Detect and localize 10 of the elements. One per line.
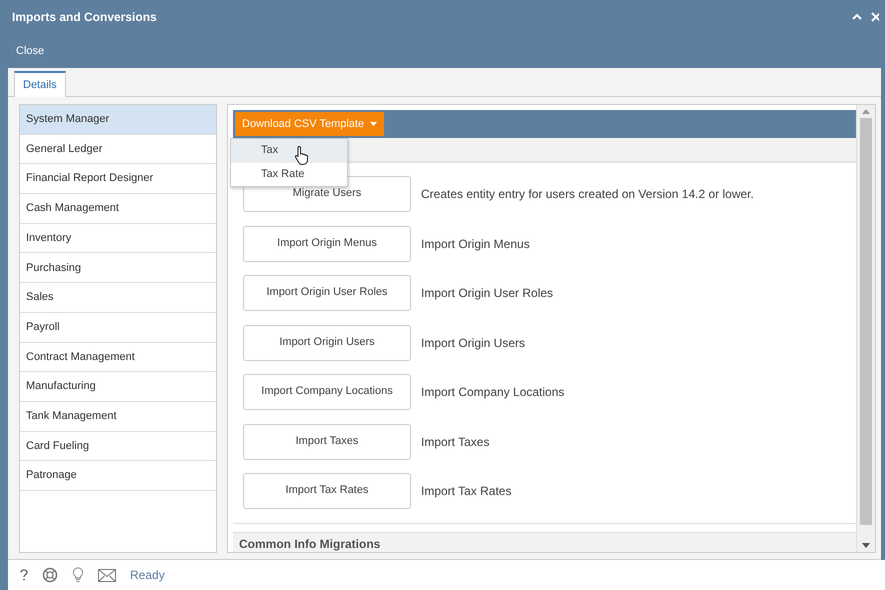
action-description: Creates entity entry for users created on Version 14.2 or lower. [421, 186, 754, 203]
action-description: Import Company Locations [421, 384, 564, 401]
action-description: Import Origin User Roles [421, 285, 554, 302]
status-text: Ready [130, 567, 165, 584]
action-description: Import Tax Rates [421, 483, 512, 500]
action-description: Import Origin Menus [421, 236, 530, 252]
section-title: Common Info Migrations [239, 537, 380, 551]
window-title: Imports and Conversions [12, 9, 157, 26]
action-description: Import Origin Users [421, 334, 526, 352]
action-description: Import Taxes [421, 434, 490, 450]
